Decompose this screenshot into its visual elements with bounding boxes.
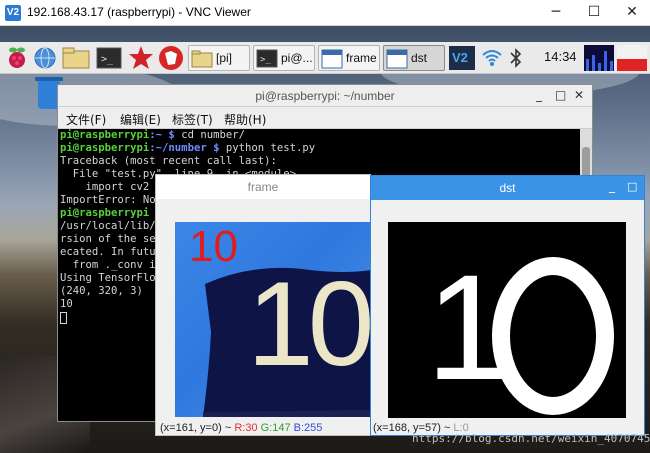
terminal-titlebar[interactable]: pi@raspberrypi: ~/number _ □ ✕ — [58, 85, 592, 107]
dst-minimize-button[interactable]: _ — [609, 179, 615, 193]
taskbar-clock: 14:34 — [544, 49, 577, 64]
dst-binary-image[interactable]: 1 — [388, 222, 626, 418]
wolfram-icon[interactable] — [158, 45, 184, 71]
terminal-launcher-icon[interactable]: >_ — [96, 46, 122, 70]
taskbar-folder-pi-label: [pi] — [216, 51, 233, 65]
taskbar-terminal-label: pi@... — [281, 51, 313, 65]
terminal-icon: >_ — [256, 49, 278, 68]
vnc-tray-glyph: V2 — [452, 50, 468, 65]
frame-title: frame — [247, 180, 279, 194]
taskbar-frame-label: frame — [346, 51, 377, 65]
frame-status-blue: B:255 — [293, 422, 323, 434]
dst-title: dst — [499, 181, 516, 195]
window-icon — [386, 49, 408, 69]
dst-titlebar[interactable]: dst _ □ — [371, 176, 644, 200]
menu-file[interactable]: 文件(F) — [66, 111, 106, 128]
taskbar-folder-pi-button[interactable]: [pi] — [188, 45, 250, 71]
vnc-viewer-logo-icon: V2 — [5, 5, 21, 21]
window-icon — [321, 49, 343, 69]
menu-help[interactable]: 帮助(H) — [224, 111, 266, 128]
frame-window[interactable]: frame 10 10 (x=161, y=0) ~ R:30 G:147 B:… — [155, 174, 371, 436]
binary-digit-zero — [492, 257, 614, 415]
menu-tabs[interactable]: 标签(T) — [172, 111, 213, 128]
raspberry-menu-icon[interactable] — [6, 46, 28, 70]
recognized-number-overlay: 10 — [189, 222, 238, 271]
file-manager-icon[interactable] — [62, 47, 90, 69]
frame-status-coords: (x=161, y=0) ~ — [160, 422, 232, 434]
frame-status-bar: (x=161, y=0) ~ R:30 G:147 B:255 — [160, 422, 322, 434]
vnc-tray-icon[interactable]: V2 — [449, 46, 475, 70]
terminal-line: pi@raspberrypi:~ $ cd number/ — [60, 129, 245, 141]
terminal-line: Traceback (most recent call last): — [60, 155, 277, 167]
frame-status-green: G:147 — [260, 422, 291, 434]
card-number-text: 10 — [247, 257, 371, 391]
taskbar-dst-button[interactable]: dst — [383, 45, 445, 71]
dst-maximize-button[interactable]: □ — [627, 180, 637, 193]
taskbar-dst-label: dst — [411, 51, 428, 65]
folder-icon — [191, 50, 213, 68]
vnc-titlebar: V2 192.168.43.17 (raspberrypi) - VNC Vie… — [0, 0, 650, 26]
vnc-close-button[interactable]: ✕ — [614, 1, 650, 23]
vnc-minimize-button[interactable]: ─ — [538, 1, 574, 23]
bluetooth-icon[interactable] — [507, 47, 525, 69]
vnc-window-title: 192.168.43.17 (raspberrypi) - VNC Viewer — [27, 5, 251, 19]
terminal-maximize-button[interactable]: □ — [555, 88, 566, 102]
mathematica-icon[interactable] — [128, 45, 154, 71]
taskbar-frame-button[interactable]: frame — [318, 45, 380, 71]
cpu-monitor-icon — [584, 45, 614, 71]
taskbar-terminal-button[interactable]: >_ pi@... — [253, 45, 315, 71]
terminal-cursor — [60, 312, 67, 324]
terminal-title: pi@raspberrypi: ~/number — [255, 89, 395, 103]
frame-status-red: R:30 — [234, 422, 258, 434]
dst-window[interactable]: dst _ □ 1 (x=168, y=57) ~ L:0 — [370, 175, 645, 436]
vnc-maximize-button[interactable]: ☐ — [576, 1, 612, 23]
svg-text:>_: >_ — [260, 55, 271, 65]
frame-camera-image[interactable]: 10 10 — [175, 222, 371, 417]
temperature-monitor-icon — [617, 45, 647, 71]
frame-titlebar[interactable]: frame — [156, 175, 370, 199]
terminal-close-button[interactable]: ✕ — [574, 88, 584, 102]
svg-text:>_: >_ — [101, 54, 114, 65]
terminal-minimize-button[interactable]: _ — [536, 88, 542, 102]
web-browser-icon[interactable] — [33, 46, 57, 70]
terminal-line: pi@raspberrypi:~/number $ python test.py — [60, 142, 316, 154]
menu-edit[interactable]: 编辑(E) — [120, 111, 161, 128]
csdn-watermark: https://blog.csdn.net/weixin_40707450 — [412, 432, 650, 445]
wifi-icon[interactable] — [481, 47, 503, 69]
terminal-menubar: 文件(F) 编辑(E) 标签(T) 帮助(H) — [58, 107, 592, 129]
